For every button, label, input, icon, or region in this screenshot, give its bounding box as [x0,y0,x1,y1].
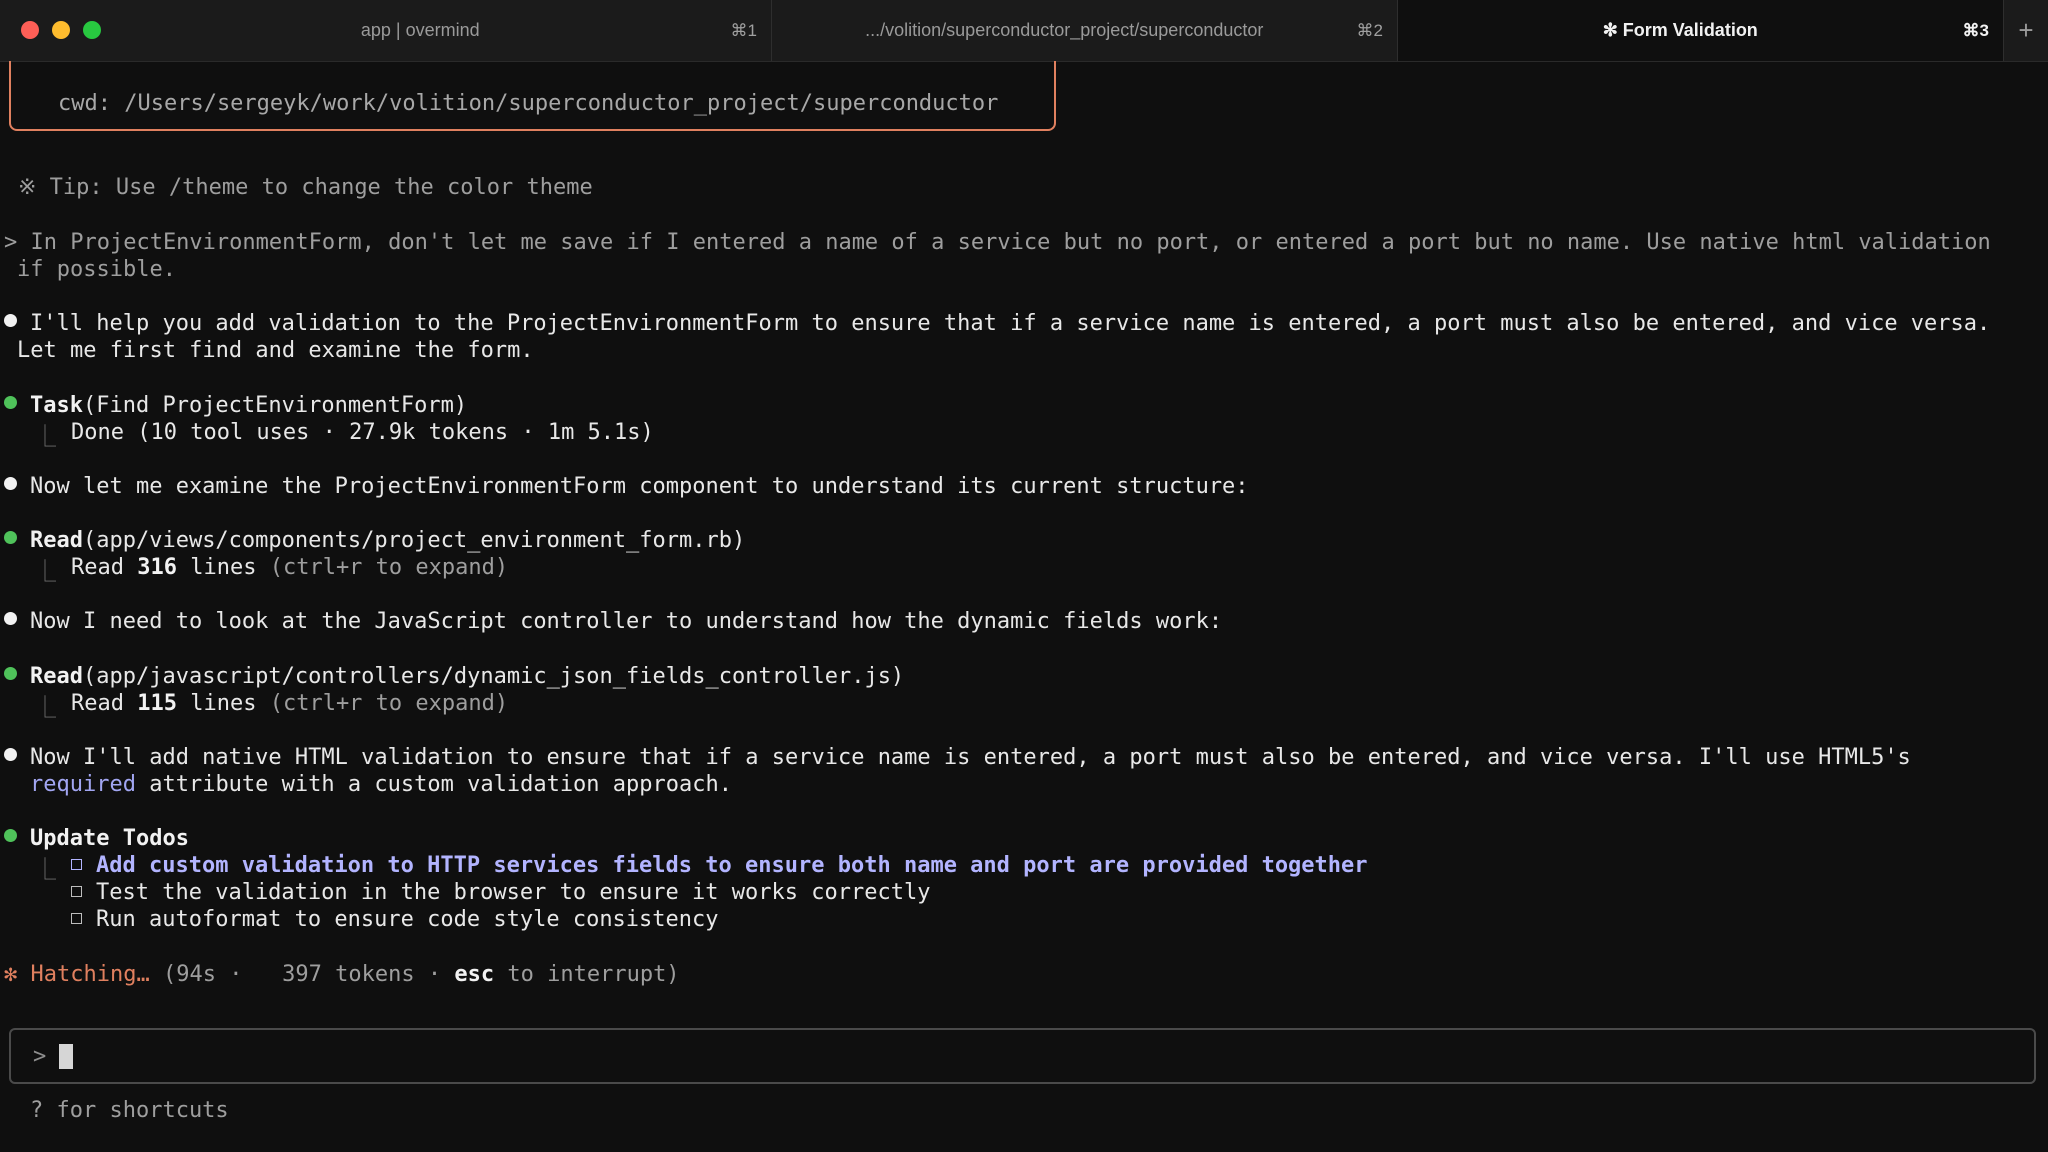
text-cursor [59,1044,73,1069]
terminal-content[interactable]: cwd: /Users/sergeyk/work/volition/superc… [0,61,2048,1152]
status-tail: to interrupt) [494,962,680,987]
expand-hint[interactable]: (ctrl+r to expand) [256,555,508,580]
tool-name: Read [30,528,83,553]
tool-argument: (app/javascript/controllers/dynamic_json… [82,664,905,689]
tab-title: ✻ Form Validation [1602,20,1758,40]
message-bullet [4,314,17,327]
task-result: Done (10 tool uses · 27.9k tokens · 1m 5… [71,420,654,445]
tool-name: Task [30,393,83,418]
cwd-panel: cwd: /Users/sergeyk/work/volition/superc… [9,61,1056,131]
todo-label: Run autoformat to ensure code style cons… [96,907,719,932]
tab-shortcut: ⌘2 [1356,20,1383,40]
plus-icon: + [2018,15,2034,45]
interrupt-key: esc [454,962,495,987]
assistant-message: Now I'll add native HTML validation to e… [30,745,1911,770]
terminal-window: app | overmind ⌘1 .../volition/supercond… [0,0,2048,1152]
read-result-prefix: Read [71,691,138,716]
assistant-message: I'll help you add validation to the Proj… [30,311,1991,336]
assistant-message: Now I need to look at the JavaScript con… [30,609,1223,634]
line-count: 316 [137,555,177,580]
branch-connector-icon: ⎿ [34,560,57,585]
status-word: Hatching… [30,962,150,987]
assistant-message: required attribute with a custom validat… [30,771,732,798]
assistant-message: Let me first find and examine the form. [17,338,534,363]
status-line: ✻ Hatching… (94s · 397 tokens · esc to i… [4,961,680,988]
tool-argument: (Find ProjectEnvironmentForm) [82,393,468,418]
tool-status-dot [4,829,17,842]
tool-status-dot [4,667,17,680]
prompt-chevron: > [33,1044,47,1069]
read-tool-call: Read(app/views/components/project_enviro… [30,527,745,554]
tool-status-dot [4,396,17,409]
tab-superconductor[interactable]: .../volition/superconductor_project/supe… [772,0,1398,61]
tool-name: Read [30,664,83,689]
tab-shortcut: ⌘1 [730,20,757,40]
tool-argument: (app/views/components/project_environmen… [82,528,746,553]
prompt-input-box[interactable]: > [9,1028,2036,1084]
expand-hint[interactable]: (ctrl+r to expand) [256,691,508,716]
assistant-message: Now let me examine the ProjectEnvironmen… [30,474,1249,499]
message-bullet [4,748,17,761]
line-count: 115 [137,691,177,716]
read-result-suffix: lines [176,555,257,580]
read-tool-call: Read(app/javascript/controllers/dynamic_… [30,663,904,690]
tab-bar: app | overmind ⌘1 .../volition/supercond… [0,0,2048,62]
read-result: Read 316 lines (ctrl+r to expand) [71,554,508,581]
task-tool-call: Task(Find ProjectEnvironmentForm) [30,392,467,419]
inline-code: required [30,772,136,797]
user-prompt-line2: if possible. [17,257,176,282]
message-bullet [4,612,17,625]
tab-title: app | overmind [360,20,480,40]
status-tokens: 397 tokens · [268,962,455,987]
todos-title: Update Todos [30,826,189,851]
tab-overmind[interactable]: app | overmind ⌘1 [0,0,772,61]
todo-label: Add custom validation to HTTP services f… [96,853,1368,878]
tab-shortcut: ⌘3 [1962,20,1989,40]
branch-connector-icon: ⎿ [34,425,57,450]
todo-label: Test the validation in the browser to en… [96,880,931,905]
checkbox-icon [71,859,82,870]
cwd-path: cwd: /Users/sergeyk/work/volition/superc… [58,91,999,116]
new-tab-button[interactable]: + [2004,0,2048,61]
user-prompt-line1: > In ProjectEnvironmentForm, don't let m… [4,230,1991,255]
status-time: (94s · [149,962,269,987]
message-text: attribute with a custom validation appro… [135,772,732,797]
tool-status-dot [4,531,17,544]
todo-item: Add custom validation to HTTP services f… [71,852,1368,879]
shortcuts-hint: ? for shortcuts [30,1098,229,1123]
spinner-star-icon: ✻ [4,962,18,987]
branch-connector-icon: ⎿ [34,696,57,721]
read-result-suffix: lines [176,691,257,716]
tip-text: ※ Tip: Use /theme to change the color th… [18,175,593,200]
tab-form-validation[interactable]: ✻ Form Validation ⌘3 [1398,0,2004,61]
message-bullet [4,477,17,490]
todo-item: Run autoformat to ensure code style cons… [71,906,719,933]
todo-item: Test the validation in the browser to en… [71,879,930,906]
checkbox-icon [71,913,82,924]
read-result-prefix: Read [71,555,138,580]
tab-title: .../volition/superconductor_project/supe… [865,20,1264,40]
checkbox-icon [71,886,82,897]
branch-connector-icon: ⎿ [34,858,57,883]
read-result: Read 115 lines (ctrl+r to expand) [71,690,508,717]
